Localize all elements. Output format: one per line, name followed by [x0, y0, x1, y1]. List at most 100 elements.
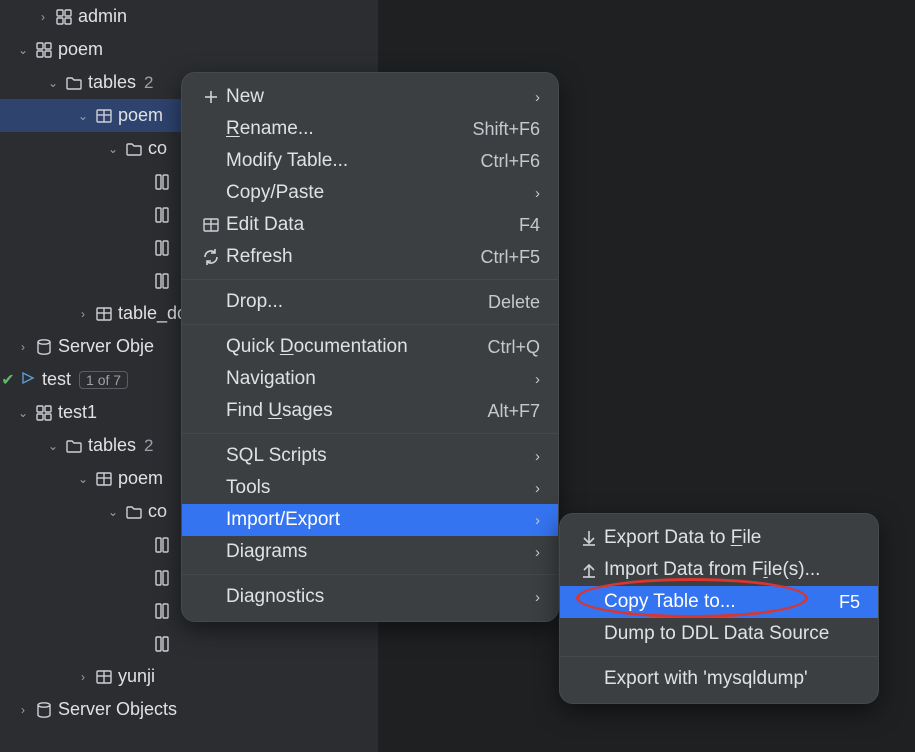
chevron-down-icon: ⌄ — [74, 109, 92, 123]
tree-item-server-objects2[interactable]: › Server Objects — [0, 693, 378, 726]
folder-icon — [62, 74, 86, 92]
menu-label: Tools — [226, 477, 535, 499]
schema-icon — [32, 404, 56, 422]
menu-label: Import/Export — [226, 509, 535, 531]
table-icon — [92, 668, 116, 686]
column-icon — [150, 173, 174, 191]
schema-icon — [32, 41, 56, 59]
menu-navigation[interactable]: Navigation › — [182, 363, 558, 395]
submenu-mysqldump[interactable]: Export with 'mysqldump' — [560, 663, 878, 695]
context-menu[interactable]: New › Rename... Shift+F6 Modify Table...… — [181, 72, 559, 622]
menu-quickdoc[interactable]: Quick Documentation Ctrl+Q — [182, 331, 558, 363]
menu-diagrams[interactable]: Diagrams › — [182, 536, 558, 568]
submenu-arrow-icon: › — [535, 89, 540, 106]
chevron-right-icon: › — [74, 670, 92, 684]
menu-label: Copy Table to... — [604, 591, 839, 613]
check-icon: ✔ — [0, 370, 16, 390]
shortcut-hint: Ctrl+F5 — [480, 247, 540, 268]
menu-label: Drop... — [226, 291, 488, 313]
tree-label: test — [42, 369, 71, 390]
item-count: 2 — [144, 436, 153, 456]
folder-icon — [122, 503, 146, 521]
column-icon — [150, 602, 174, 620]
column-icon — [150, 206, 174, 224]
menu-label: SQL Scripts — [226, 445, 535, 467]
menu-label: Refresh — [226, 246, 480, 268]
folder-icon — [122, 140, 146, 158]
chevron-down-icon: ⌄ — [104, 142, 122, 156]
menu-new[interactable]: New › — [182, 81, 558, 113]
submenu-import-file[interactable]: Import Data from File(s)... — [560, 554, 878, 586]
import-export-submenu[interactable]: Export Data to File Import Data from Fil… — [559, 513, 879, 704]
tree-label: co — [148, 138, 167, 159]
submenu-arrow-icon: › — [535, 544, 540, 561]
menu-diagnostics[interactable]: Diagnostics › — [182, 581, 558, 613]
server-icon — [32, 701, 56, 719]
tree-label: test1 — [58, 402, 97, 423]
menu-find-usages[interactable]: Find Usages Alt+F7 — [182, 395, 558, 427]
column-icon — [150, 569, 174, 587]
menu-import-export[interactable]: Import/Export › — [182, 504, 558, 536]
table-icon — [92, 305, 116, 323]
chevron-right-icon: › — [34, 10, 52, 24]
tree-label: yunji — [118, 666, 155, 687]
shortcut-hint: Alt+F7 — [487, 401, 540, 422]
shortcut-hint: F5 — [839, 592, 860, 613]
datasource-icon — [16, 371, 40, 389]
menu-modify[interactable]: Modify Table... Ctrl+F6 — [182, 145, 558, 177]
shortcut-hint: Delete — [488, 292, 540, 313]
menu-label: Rename... — [226, 118, 472, 140]
plus-icon — [198, 88, 224, 106]
submenu-copy-table[interactable]: Copy Table to... F5 — [560, 586, 878, 618]
menu-label: Diagrams — [226, 541, 535, 563]
menu-edit-data[interactable]: Edit Data F4 — [182, 209, 558, 241]
column-icon — [150, 635, 174, 653]
menu-label: Import Data from File(s)... — [604, 559, 860, 581]
menu-separator — [182, 574, 558, 575]
shortcut-hint: Shift+F6 — [472, 119, 540, 140]
submenu-export-file[interactable]: Export Data to File — [560, 522, 878, 554]
table-icon — [92, 470, 116, 488]
tree-label: tables — [88, 435, 136, 456]
tree-label: poem — [118, 105, 163, 126]
refresh-icon — [198, 248, 224, 266]
submenu-arrow-icon: › — [535, 480, 540, 497]
menu-label: Copy/Paste — [226, 182, 535, 204]
chevron-right-icon: › — [74, 307, 92, 321]
menu-separator — [560, 656, 878, 657]
submenu-arrow-icon: › — [535, 512, 540, 529]
menu-drop[interactable]: Drop... Delete — [182, 286, 558, 318]
submenu-arrow-icon: › — [535, 589, 540, 606]
tree-label: poem — [58, 39, 103, 60]
column-icon — [150, 536, 174, 554]
tree-item-yunji[interactable]: › yunji — [0, 660, 378, 693]
tree-item-poem-schema[interactable]: ⌄ poem — [0, 33, 378, 66]
table-icon — [198, 216, 224, 234]
menu-label: Find Usages — [226, 400, 487, 422]
item-count: 2 — [144, 73, 153, 93]
submenu-arrow-icon: › — [535, 448, 540, 465]
menu-separator — [182, 279, 558, 280]
menu-separator — [182, 433, 558, 434]
tree-label: tables — [88, 72, 136, 93]
tree-item-column[interactable] — [0, 627, 378, 660]
chevron-down-icon: ⌄ — [14, 406, 32, 420]
menu-rename[interactable]: Rename... Shift+F6 — [182, 113, 558, 145]
tree-item-admin[interactable]: › admin — [0, 0, 378, 33]
chevron-down-icon: ⌄ — [104, 505, 122, 519]
menu-refresh[interactable]: Refresh Ctrl+F5 — [182, 241, 558, 273]
menu-sql-scripts[interactable]: SQL Scripts › — [182, 440, 558, 472]
column-icon — [150, 272, 174, 290]
table-icon — [92, 107, 116, 125]
menu-copypaste[interactable]: Copy/Paste › — [182, 177, 558, 209]
menu-label: Edit Data — [226, 214, 519, 236]
schema-count-badge: 1 of 7 — [79, 371, 128, 389]
submenu-dump-ddl[interactable]: Dump to DDL Data Source — [560, 618, 878, 650]
menu-tools[interactable]: Tools › — [182, 472, 558, 504]
upload-icon — [576, 561, 602, 579]
chevron-right-icon: › — [14, 703, 32, 717]
menu-label: Quick Documentation — [226, 336, 487, 358]
chevron-down-icon: ⌄ — [14, 43, 32, 57]
tree-label: Server Objects — [58, 699, 177, 720]
shortcut-hint: Ctrl+F6 — [480, 151, 540, 172]
